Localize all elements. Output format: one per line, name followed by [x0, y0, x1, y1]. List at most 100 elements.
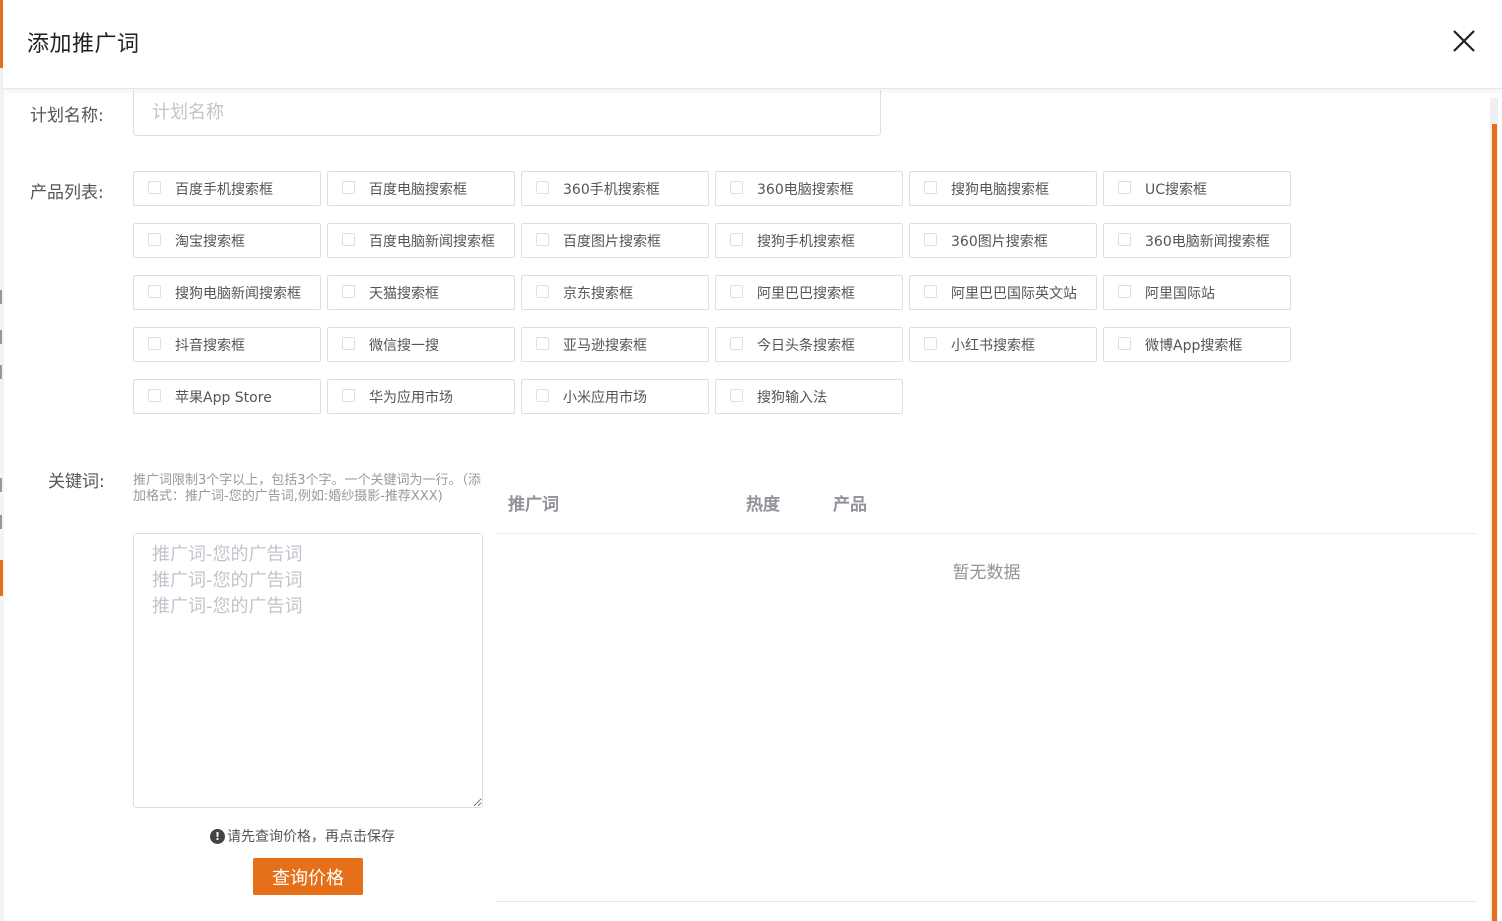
- product-checkbox-item[interactable]: 360电脑新闻搜索框: [1103, 223, 1291, 258]
- product-checkbox-label: 微信搜一搜: [369, 338, 439, 354]
- column-header-keyword[interactable]: 推广词: [508, 490, 559, 515]
- product-checkbox-label: 搜狗手机搜索框: [757, 234, 855, 250]
- product-checkbox-item[interactable]: 搜狗手机搜索框: [715, 223, 903, 258]
- product-checkbox-label: 百度电脑搜索框: [369, 182, 467, 198]
- checkbox[interactable]: [924, 285, 937, 298]
- close-icon[interactable]: [1449, 26, 1479, 56]
- checkbox[interactable]: [924, 337, 937, 350]
- product-checkbox-label: 天猫搜索框: [369, 286, 439, 302]
- checkbox[interactable]: [148, 389, 161, 402]
- product-checkbox-label: 苹果App Store: [175, 390, 272, 406]
- checkbox[interactable]: [342, 285, 355, 298]
- product-checkbox-label: 360电脑搜索框: [757, 182, 854, 198]
- product-checkbox-label: 搜狗电脑新闻搜索框: [175, 286, 301, 302]
- checkbox[interactable]: [536, 181, 549, 194]
- checkbox[interactable]: [536, 389, 549, 402]
- checkbox[interactable]: [924, 181, 937, 194]
- product-checkbox-label: 华为应用市场: [369, 390, 453, 406]
- keywords-hint: 推广词限制3个字以上，包括3个字。一个关键词为一行。（添加格式：推广词-您的广告…: [133, 473, 482, 504]
- checkbox[interactable]: [1118, 337, 1131, 350]
- keywords-textarea[interactable]: [133, 533, 483, 808]
- plan-name-label: 计划名称:: [30, 106, 104, 126]
- product-checkbox-item[interactable]: 抖音搜索框: [133, 327, 321, 362]
- product-checkbox-label: UC搜索框: [1145, 182, 1208, 198]
- product-checkbox-item[interactable]: 淘宝搜索框: [133, 223, 321, 258]
- product-checkbox-item[interactable]: 微博App搜索框: [1103, 327, 1291, 362]
- dialog-title: 添加推广词: [27, 32, 140, 57]
- product-checkbox-item[interactable]: 小红书搜索框: [909, 327, 1097, 362]
- product-checkbox-item[interactable]: 阿里巴巴搜索框: [715, 275, 903, 310]
- product-checkbox-item[interactable]: UC搜索框: [1103, 171, 1291, 206]
- product-checkbox-label: 小红书搜索框: [951, 338, 1035, 354]
- product-checkbox-label: 360电脑新闻搜索框: [1145, 234, 1270, 250]
- checkbox[interactable]: [730, 337, 743, 350]
- background-divider: [0, 365, 2, 379]
- checkbox[interactable]: [730, 233, 743, 246]
- product-checkbox-label: 百度图片搜索框: [563, 234, 661, 250]
- checkbox[interactable]: [1118, 285, 1131, 298]
- background-accent: [0, 560, 3, 596]
- keywords-label: 关键词:: [48, 472, 105, 492]
- checkbox[interactable]: [342, 181, 355, 194]
- checkbox[interactable]: [924, 233, 937, 246]
- keyword-table: 推广词 热度 产品 暂无数据: [496, 470, 1477, 902]
- product-checkbox-item[interactable]: 微信搜一搜: [327, 327, 515, 362]
- product-checkbox-item[interactable]: 苹果App Store: [133, 379, 321, 414]
- column-header-product[interactable]: 产品: [833, 490, 867, 515]
- table-header: 推广词 热度 产品: [496, 470, 1477, 534]
- product-checkbox-item[interactable]: 百度图片搜索框: [521, 223, 709, 258]
- checkbox[interactable]: [342, 233, 355, 246]
- checkbox[interactable]: [536, 233, 549, 246]
- product-checkbox-label: 小米应用市场: [563, 390, 647, 406]
- background-divider: [0, 290, 2, 304]
- product-checkbox-label: 阿里巴巴搜索框: [757, 286, 855, 302]
- product-checkbox-item[interactable]: 搜狗电脑新闻搜索框: [133, 275, 321, 310]
- product-checkbox-item[interactable]: 华为应用市场: [327, 379, 515, 414]
- product-checkbox-item[interactable]: 百度电脑新闻搜索框: [327, 223, 515, 258]
- page: 添加推广词 计划名称: 产品列表: 百度手机搜索框 百度电脑搜索框 360手机搜索框…: [0, 0, 1502, 921]
- column-header-heat[interactable]: 热度: [746, 490, 780, 515]
- query-price-button[interactable]: 查询价格: [253, 858, 363, 895]
- product-checkbox-label: 阿里巴巴国际英文站: [951, 286, 1077, 302]
- product-checkbox-label: 抖音搜索框: [175, 338, 245, 354]
- product-checkbox-item[interactable]: 阿里国际站: [1103, 275, 1291, 310]
- product-checkbox-item[interactable]: 360电脑搜索框: [715, 171, 903, 206]
- product-checkbox-item[interactable]: 亚马逊搜索框: [521, 327, 709, 362]
- checkbox[interactable]: [730, 389, 743, 402]
- product-checkbox-item[interactable]: 百度电脑搜索框: [327, 171, 515, 206]
- checkbox[interactable]: [1118, 233, 1131, 246]
- checkbox[interactable]: [536, 285, 549, 298]
- product-checkbox-item[interactable]: 360图片搜索框: [909, 223, 1097, 258]
- checkbox[interactable]: [148, 181, 161, 194]
- product-checkbox-label: 百度手机搜索框: [175, 182, 273, 198]
- plan-name-input[interactable]: [133, 90, 881, 136]
- product-checkbox-item[interactable]: 搜狗电脑搜索框: [909, 171, 1097, 206]
- checkbox[interactable]: [536, 337, 549, 350]
- product-checkbox-item[interactable]: 今日头条搜索框: [715, 327, 903, 362]
- price-warning-text: 请先查询价格，再点击保存: [227, 829, 395, 845]
- checkbox[interactable]: [730, 181, 743, 194]
- checkbox[interactable]: [1118, 181, 1131, 194]
- product-checkbox-label: 阿里国际站: [1145, 286, 1215, 302]
- checkbox[interactable]: [342, 337, 355, 350]
- exclamation-icon: !: [210, 829, 225, 844]
- product-checkbox-item[interactable]: 搜狗输入法: [715, 379, 903, 414]
- product-checkbox-label: 微博App搜索框: [1145, 338, 1243, 354]
- product-checkbox-item[interactable]: 小米应用市场: [521, 379, 709, 414]
- checkbox[interactable]: [148, 233, 161, 246]
- checkbox[interactable]: [342, 389, 355, 402]
- product-checkbox-label: 淘宝搜索框: [175, 234, 245, 250]
- product-checkbox-item[interactable]: 京东搜索框: [521, 275, 709, 310]
- product-checkbox-item[interactable]: 阿里巴巴国际英文站: [909, 275, 1097, 310]
- product-checkbox-item[interactable]: 天猫搜索框: [327, 275, 515, 310]
- checkbox[interactable]: [148, 337, 161, 350]
- checkbox[interactable]: [730, 285, 743, 298]
- scrollbar[interactable]: [1490, 98, 1498, 921]
- dialog-header: 添加推广词: [3, 0, 1502, 89]
- price-warning: ! 请先查询价格，再点击保存: [210, 826, 395, 846]
- scrollbar-thumb[interactable]: [1492, 124, 1497, 921]
- checkbox[interactable]: [148, 285, 161, 298]
- product-checkbox-label: 360图片搜索框: [951, 234, 1048, 250]
- product-checkbox-item[interactable]: 百度手机搜索框: [133, 171, 321, 206]
- product-checkbox-item[interactable]: 360手机搜索框: [521, 171, 709, 206]
